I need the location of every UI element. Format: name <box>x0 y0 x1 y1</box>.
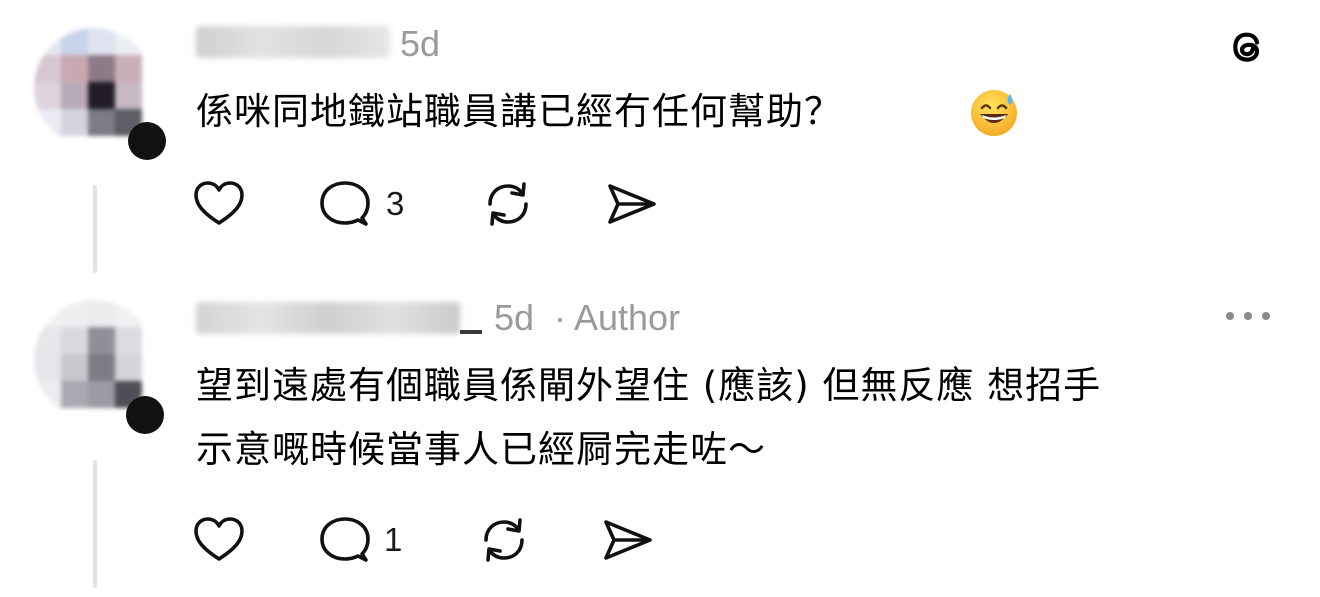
reply-count: 3 <box>386 185 405 222</box>
heart-icon[interactable] <box>192 514 246 564</box>
more-options-icon[interactable] <box>1222 306 1274 326</box>
heart-icon[interactable] <box>192 178 246 228</box>
reply-icon[interactable] <box>318 514 372 566</box>
avatar-badge <box>128 122 166 160</box>
post-text-line: 望到遠處有個職員係閘外望住 (應該) 但無反應 想招手 <box>196 364 1102 407</box>
repost-icon[interactable] <box>480 178 536 230</box>
thread-line <box>93 185 97 273</box>
reply-count: 1 <box>384 521 403 558</box>
threads-logo-icon[interactable] <box>1224 24 1270 70</box>
username-blurred[interactable] <box>196 302 460 334</box>
repost-icon[interactable] <box>476 514 532 566</box>
avatar-badge <box>126 396 164 434</box>
post-text-line: 示意嘅時候當事人已經屙完走咗～ <box>196 428 766 471</box>
username-underscore <box>460 330 482 334</box>
share-icon[interactable] <box>600 516 656 564</box>
author-badge: · Author <box>554 297 681 338</box>
thread-line <box>93 460 97 588</box>
username-blurred[interactable] <box>196 26 390 58</box>
share-icon[interactable] <box>604 180 660 228</box>
post-text: 係咪同地鐵站職員講已經冇任何幫助？ <box>196 90 842 133</box>
reply-icon[interactable] <box>318 178 372 230</box>
post-time: 5d <box>400 23 441 64</box>
post-time: 5d <box>494 297 535 338</box>
grinning-face-with-sweat-emoji <box>971 90 1017 136</box>
